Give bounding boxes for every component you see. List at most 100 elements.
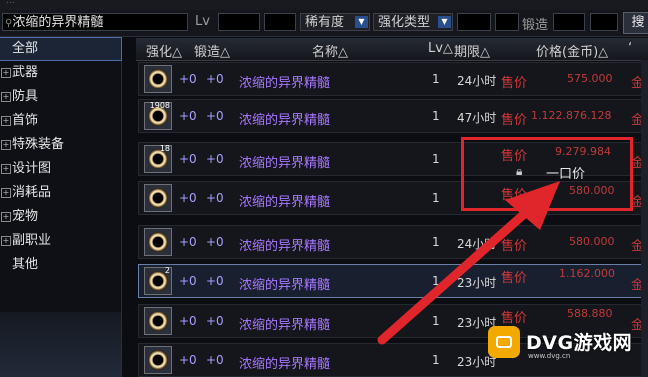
category-label: 副职业: [12, 233, 52, 248]
scrollbar[interactable]: [641, 60, 648, 377]
forge-label: 锻造: [522, 18, 549, 33]
enhance-value: +0: [179, 152, 197, 166]
item-period: 23小时: [457, 276, 497, 290]
item-level: 1: [432, 314, 440, 328]
table-header: 强化△ 锻造△ 名称△ Lv△ 期限△ 价格(金币)△ ‘: [136, 38, 648, 61]
table-row[interactable]: +0 +0 浓缩的异界精髓 1 24小时 售价 575.000 金币: [138, 62, 648, 96]
forge-value: +0: [206, 191, 224, 205]
sidebar-background: [0, 312, 121, 377]
forge-value: +0: [206, 152, 224, 166]
forge-min-input[interactable]: [553, 13, 585, 31]
stack-count: 2: [164, 266, 170, 275]
chevron-down-icon: ▼: [438, 16, 451, 28]
category-special-equipment[interactable]: + 特殊装备: [0, 134, 121, 156]
forge-value: +0: [206, 353, 224, 367]
item-name: 浓缩的异界精髓: [239, 278, 331, 293]
rarity-select[interactable]: 稀有度 ▼: [300, 13, 370, 31]
search-bar: ⚲浓缩的异界精髓 Lv 稀有度 ▼ 强化类型 ▼ 锻造 搜: [0, 10, 648, 37]
category-sub-profession[interactable]: + 副职业: [0, 230, 121, 252]
annotation-highlight-box: 🔒︎ 一口价: [461, 137, 633, 211]
category-pet[interactable]: + 宠物: [0, 206, 121, 228]
lock-icon: 🔒︎: [516, 164, 523, 178]
item-price: 1.162.000: [559, 267, 615, 280]
search-button[interactable]: 搜: [623, 12, 648, 34]
item-icon[interactable]: [144, 184, 172, 212]
item-name: 浓缩的异界精髓: [239, 113, 331, 128]
category-consumable[interactable]: + 消耗品: [0, 182, 121, 204]
expand-icon[interactable]: +: [1, 188, 11, 198]
category-label: 首饰: [12, 113, 39, 128]
category-accessory[interactable]: + 首饰: [0, 110, 121, 132]
item-level: 1: [432, 72, 440, 86]
item-period: 47小时: [457, 111, 497, 125]
buyout-option[interactable]: 一口价: [546, 163, 585, 182]
sort-period[interactable]: 期限△: [454, 41, 490, 60]
expand-icon[interactable]: +: [1, 92, 11, 102]
item-name: 浓缩的异界精髓: [239, 357, 331, 372]
forge-value: +0: [206, 109, 224, 123]
expand-icon[interactable]: +: [1, 164, 11, 174]
table-row[interactable]: +0 +0 浓缩的异界精髓 1 24小时 售价 580.000 金币: [138, 225, 648, 259]
enhance-value: +0: [179, 191, 197, 205]
sort-name[interactable]: 名称△: [312, 41, 348, 60]
rarity-select-label: 稀有度: [305, 15, 345, 30]
expand-icon[interactable]: +: [1, 212, 11, 222]
stack-count: 18: [159, 144, 170, 153]
sort-lv[interactable]: Lv△: [428, 41, 453, 56]
category-blueprint[interactable]: + 设计图: [0, 158, 121, 180]
search-input[interactable]: ⚲浓缩的异界精髓: [2, 13, 188, 31]
item-level: 1: [432, 152, 440, 166]
item-icon[interactable]: 18: [144, 144, 172, 173]
item-icon[interactable]: [144, 307, 172, 335]
watermark-url: www.dvg.cn: [528, 352, 571, 360]
category-armor[interactable]: + 防具: [0, 86, 121, 108]
expand-icon[interactable]: +: [1, 116, 11, 126]
expand-icon[interactable]: +: [1, 140, 11, 150]
category-all[interactable]: 全部: [0, 37, 122, 61]
sort-enhance[interactable]: 强化△: [146, 41, 182, 60]
item-level: 1: [432, 274, 440, 288]
orb-icon: [148, 311, 168, 331]
sale-type: 售价: [501, 76, 528, 91]
item-name: 浓缩的异界精髓: [239, 76, 331, 91]
forge-value: +0: [206, 72, 224, 86]
category-label: 防具: [12, 89, 39, 104]
item-icon[interactable]: 2: [144, 266, 172, 295]
lv-max-input[interactable]: [264, 13, 296, 31]
enhance-type-select-label: 强化类型: [378, 15, 431, 30]
expand-icon[interactable]: +: [1, 68, 11, 78]
table-row-selected[interactable]: 2 +0 +0 浓缩的异界精髓 1 23小时 售价 1.162.000 金币: [138, 264, 648, 298]
enhance-type-select[interactable]: 强化类型 ▼: [373, 13, 453, 31]
category-label: 消耗品: [12, 185, 52, 200]
forge-value: +0: [206, 314, 224, 328]
gamepad-logo-icon: [488, 326, 520, 358]
category-label: 其他: [12, 257, 39, 272]
chevron-down-icon: ▼: [355, 16, 368, 28]
item-icon[interactable]: [144, 228, 172, 256]
item-level: 1: [432, 191, 440, 205]
category-sidebar: 全部 + 武器 + 防具 + 首饰 + 特殊装备 + 设计图 + 消耗品 + 宠物 + 副职业 …: [0, 37, 122, 377]
item-icon[interactable]: [144, 346, 172, 374]
category-other[interactable]: 其他: [0, 254, 121, 276]
item-level: 1: [432, 109, 440, 123]
sort-price[interactable]: 价格(金币)△: [536, 41, 608, 60]
orb-icon: [148, 188, 168, 208]
item-name: 浓缩的异界精髓: [239, 239, 331, 254]
expand-icon[interactable]: +: [1, 236, 11, 246]
item-icon[interactable]: [144, 65, 172, 93]
enhance-value: +0: [179, 353, 197, 367]
item-icon[interactable]: 1908: [144, 101, 172, 130]
watermark-brand: DVG游戏网: [526, 332, 633, 354]
category-label: 全部: [12, 41, 39, 56]
category-weapon[interactable]: + 武器: [0, 62, 121, 84]
category-label: 设计图: [12, 161, 52, 176]
enhance-min-input[interactable]: [457, 13, 491, 31]
sort-forge[interactable]: 锻造△: [194, 41, 230, 60]
forge-value: +0: [206, 274, 224, 288]
enhance-max-input[interactable]: [495, 13, 519, 31]
item-period: 24小时: [457, 237, 497, 251]
forge-max-input[interactable]: [590, 13, 618, 31]
table-row[interactable]: 1908 +0 +0 浓缩的异界精髓 1 47小时 售价 1.122.876.1…: [138, 99, 648, 133]
lv-min-input[interactable]: [218, 13, 260, 31]
category-label: 宠物: [12, 209, 39, 224]
